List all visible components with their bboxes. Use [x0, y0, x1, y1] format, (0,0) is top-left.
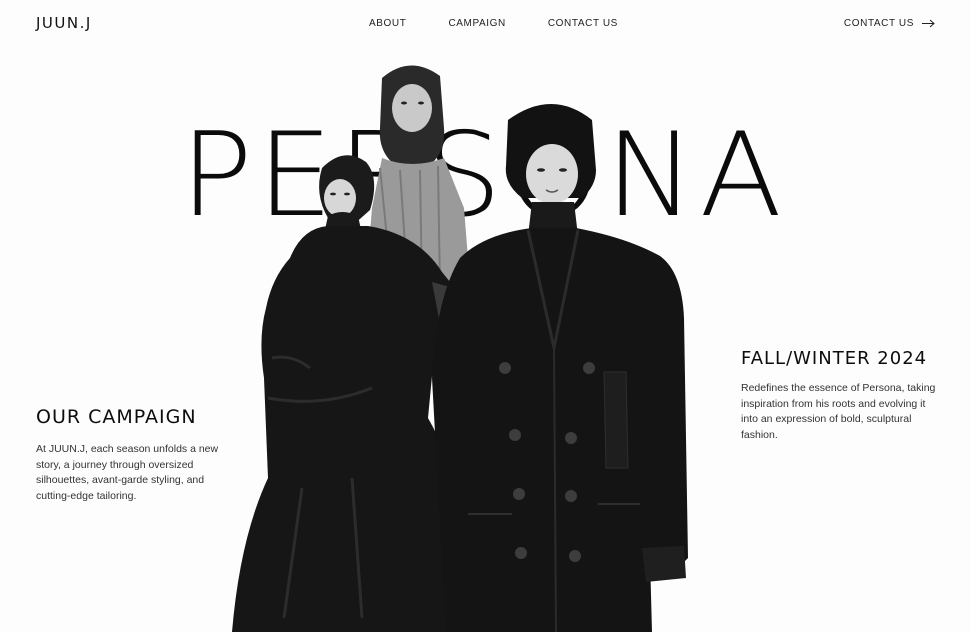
- right-model-figure: [432, 104, 688, 632]
- contact-us-label: CONTACT US: [843, 18, 914, 29]
- brand-logo[interactable]: JUUN.J: [36, 14, 92, 32]
- nav-item-about[interactable]: ABOUT: [369, 18, 406, 29]
- contact-us-button[interactable]: CONTACT US: [844, 18, 935, 29]
- arrow-right-icon: [922, 19, 935, 28]
- season-body: Redefines the essence of Persona, taking…: [741, 382, 936, 441]
- campaign-section: OUR CAMPAIGN At JUUN.J, each season unfo…: [36, 406, 236, 504]
- nav-item-campaign[interactable]: CAMPAIGN: [448, 18, 505, 29]
- nav-item-contact[interactable]: CONTACT US: [548, 18, 618, 29]
- main-nav: ABOUT CAMPAIGN CONTACT US: [369, 18, 618, 29]
- season-section: FALL/WINTER 2024 Redefines the essence o…: [741, 348, 941, 443]
- campaign-body: At JUUN.J, each season unfolds a new sto…: [36, 443, 219, 502]
- season-heading: FALL/WINTER 2024: [741, 348, 928, 369]
- campaign-heading: OUR CAMPAIGN: [36, 406, 197, 428]
- campaign-photo: [232, 65, 688, 632]
